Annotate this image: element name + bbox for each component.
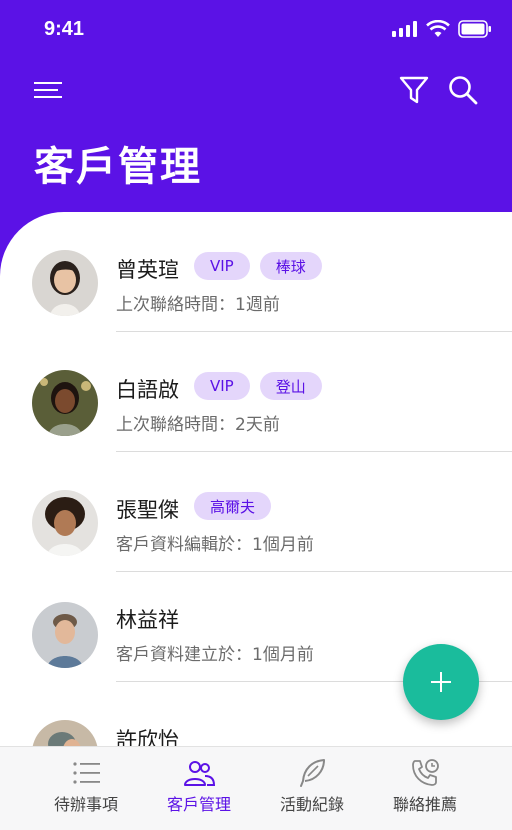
add-customer-button[interactable] [403, 644, 479, 720]
tag-list: VIP 登山 [194, 372, 322, 400]
avatar [32, 370, 98, 436]
tab-customers[interactable]: 客戶管理 [135, 747, 263, 830]
tab-todo[interactable]: 待辦事項 [22, 747, 150, 830]
customer-row[interactable]: 張聖傑 高爾夫 客戶資料編輯於：1個月前 [0, 452, 512, 572]
customer-list: 曾英瑄 VIP 棒球 上次聯絡時間：1週前 白語啟 VIP 登山 上次聯絡時間：… [0, 212, 512, 830]
tag-list: VIP 棒球 [194, 252, 322, 280]
customer-subtitle: 上次聯絡時間：2天前 [116, 415, 280, 435]
search-icon [449, 76, 478, 105]
avatar [32, 602, 98, 668]
customer-row[interactable]: 白語啟 VIP 登山 上次聯絡時間：2天前 [0, 332, 512, 452]
filter-icon [399, 76, 429, 104]
tab-label: 聯絡推薦 [392, 795, 457, 814]
customer-name: 林益祥 [116, 608, 179, 632]
customer-subtitle: 客戶資料建立於：1個月前 [116, 645, 314, 665]
tab-activity-log[interactable]: 活動紀錄 [248, 747, 376, 830]
tag-badge: 棒球 [259, 252, 322, 280]
customer-name: 張聖傑 [116, 498, 179, 522]
search-button[interactable] [443, 70, 483, 110]
avatar [32, 490, 98, 556]
tag-badge: 高爾夫 [194, 492, 272, 520]
feather-icon [300, 759, 325, 787]
phone-clock-icon [412, 759, 439, 786]
plus-icon [431, 672, 451, 692]
customer-row[interactable]: 曾英瑄 VIP 棒球 上次聯絡時間：1週前 [0, 212, 512, 332]
people-icon [184, 761, 215, 786]
tab-contact-suggestions[interactable]: 聯絡推薦 [361, 747, 489, 830]
toolbar [0, 66, 512, 116]
status-time: 9:41 [44, 18, 85, 40]
customer-name: 白語啟 [116, 378, 179, 402]
tab-bar: 待辦事項 客戶管理 活動紀錄 聯絡推薦 [0, 746, 512, 830]
customer-subtitle: 客戶資料編輯於：1個月前 [116, 535, 314, 555]
tab-label: 待辦事項 [53, 795, 118, 814]
page-title: 客戶管理 [34, 144, 202, 190]
battery-icon [458, 20, 491, 38]
avatar [32, 250, 98, 316]
signal-icon [392, 21, 417, 37]
tag-badge: 登山 [259, 372, 322, 400]
customer-subtitle: 上次聯絡時間：1週前 [116, 295, 280, 315]
list-icon [73, 762, 100, 784]
status-bar: 9:41 [0, 0, 512, 62]
tag-badge: VIP [194, 252, 250, 280]
tab-label: 客戶管理 [166, 795, 231, 814]
tab-label: 活動紀錄 [279, 795, 344, 814]
menu-icon [34, 82, 62, 98]
status-icons [392, 20, 492, 38]
wifi-icon [426, 20, 450, 37]
tag-badge: VIP [194, 372, 250, 400]
filter-button[interactable] [394, 70, 434, 110]
tag-list: 高爾夫 [194, 492, 272, 520]
customer-name: 曾英瑄 [116, 258, 179, 282]
menu-button[interactable] [28, 70, 68, 110]
